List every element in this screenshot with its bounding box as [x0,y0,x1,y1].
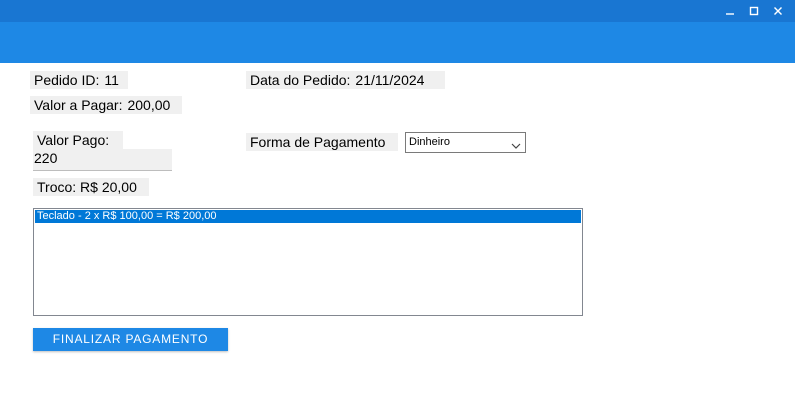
amount-paid-field[interactable] [33,149,172,171]
title-bar [0,0,795,22]
window-controls [721,0,787,22]
payment-method-select[interactable]: Dinheiro [405,132,526,153]
order-id-caption: Pedido ID: [34,72,100,88]
order-date-label: Data do Pedido: 21/11/2024 [246,71,445,89]
amount-paid-label: Valor Pago: [33,131,123,149]
payment-method-value: Dinheiro [409,136,450,148]
amount-due-label: Valor a Pagar: 200,00 [30,96,182,114]
amount-due-value: 200,00 [127,97,171,113]
payment-method-label: Forma de Pagamento [246,133,398,151]
list-item[interactable]: Teclado - 2 x R$ 100,00 = R$ 200,00 [35,210,581,223]
change-label: Troco: R$ 20,00 [33,178,149,196]
minimize-icon[interactable] [721,2,739,20]
payment-window: Pedido ID: 11 Data do Pedido: 21/11/2024 V… [0,0,795,407]
amount-paid-input[interactable] [34,149,171,167]
header-bar [0,22,795,63]
close-icon[interactable] [769,2,787,20]
order-items-list[interactable]: Teclado - 2 x R$ 100,00 = R$ 200,00 [33,208,583,316]
order-id-label: Pedido ID: 11 [30,71,128,89]
chevron-down-icon[interactable] [511,138,521,157]
order-date-caption: Data do Pedido: [250,72,351,88]
amount-due-caption: Valor a Pagar: [34,97,123,113]
order-date-value: 21/11/2024 [355,72,425,88]
finalize-payment-button[interactable]: FINALIZAR PAGAMENTO [33,328,228,351]
order-id-value: 11 [104,72,119,88]
maximize-icon[interactable] [745,2,763,20]
